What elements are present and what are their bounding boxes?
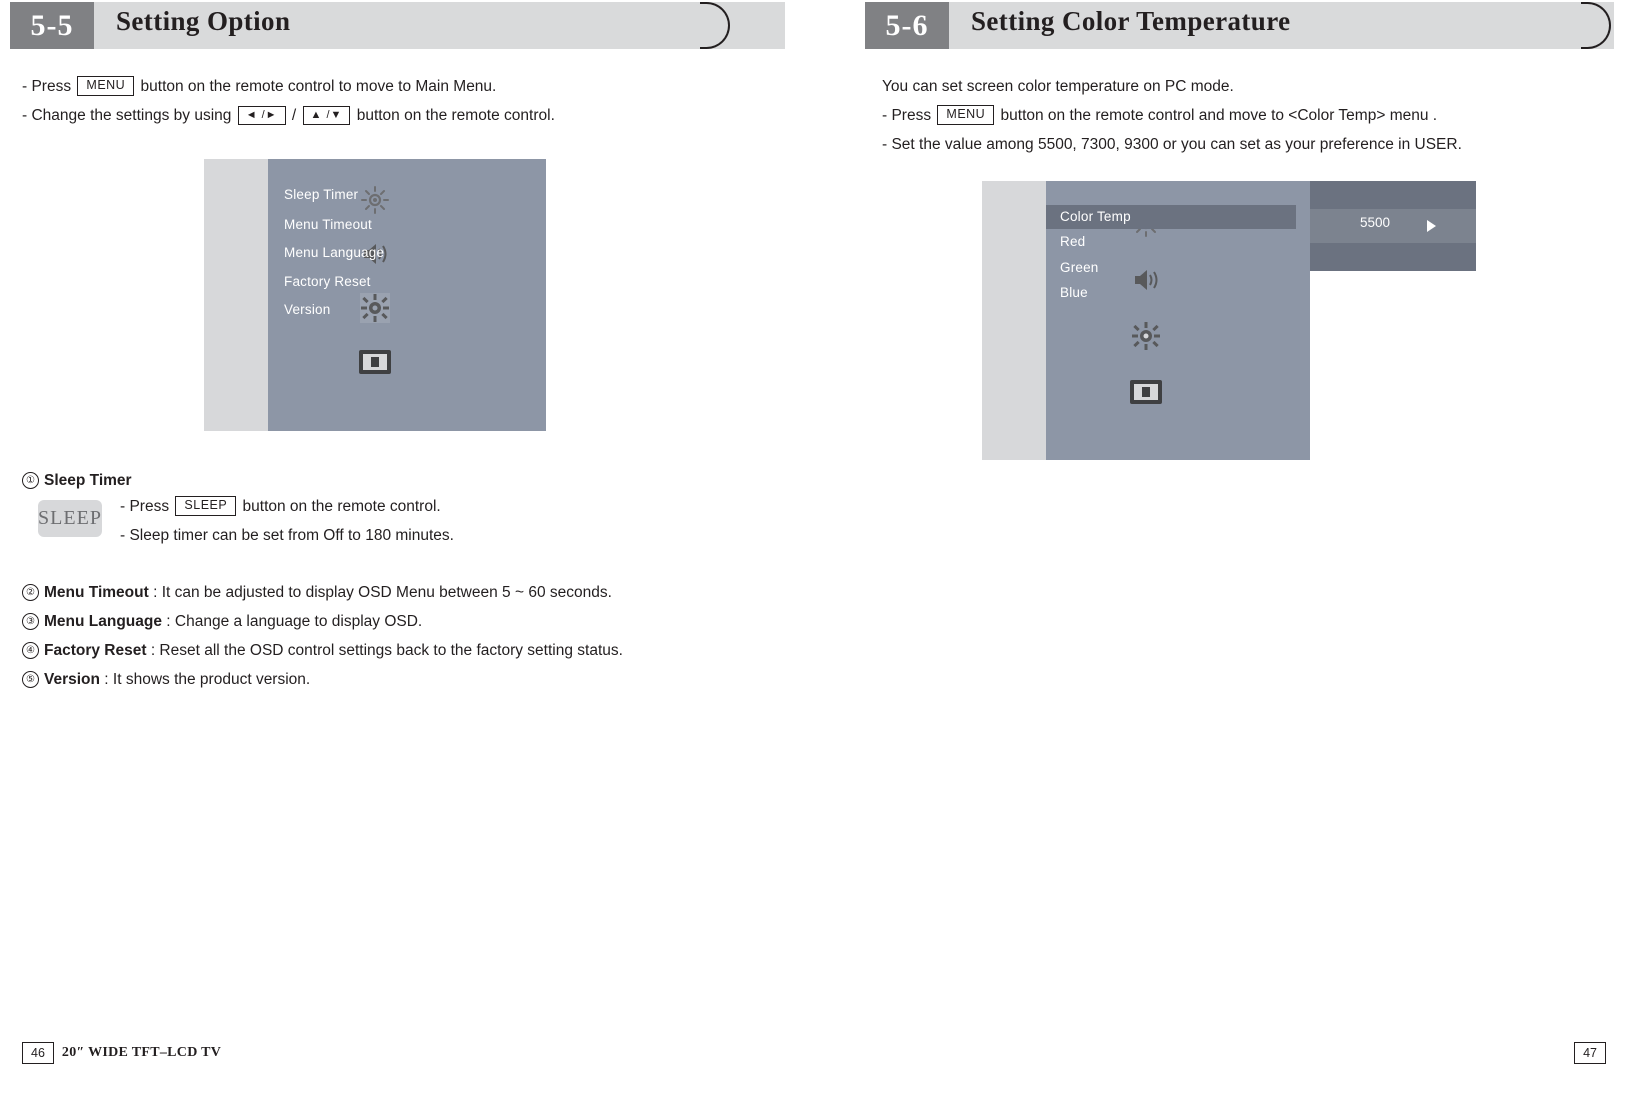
footer-model-left: 20″ WIDE TFT–LCD TV xyxy=(61,1045,222,1060)
sun-icon xyxy=(360,185,390,215)
right-intro-line-2-post: button on the remote control and move to… xyxy=(996,107,1438,124)
numbered-item-2-label: Menu Timeout xyxy=(44,584,149,601)
numbered-item-5-desc: : It shows the product version. xyxy=(100,671,311,688)
numbered-item-3: ③ Menu Language : Change a language to di… xyxy=(22,607,802,636)
osd-main-panel-right: Color Temp Red Green Blue xyxy=(982,181,1310,460)
header-cap-right xyxy=(1581,2,1617,49)
intro-line-2-pre: - Change the settings by using xyxy=(22,107,236,124)
circle-number-5: ⑤ xyxy=(22,671,39,688)
gear-icon xyxy=(1131,321,1161,351)
sleep-line-1-post: button on the remote control. xyxy=(238,498,441,515)
page-number-left: 46 xyxy=(22,1042,54,1064)
right-intro-text: You can set screen color temperature on … xyxy=(882,72,1622,159)
up-down-key: ▲ /▼ xyxy=(302,106,351,125)
right-footer: 47 xyxy=(1574,1042,1606,1064)
right-intro-line-3: - Set the value among 5500, 7300, 9300 o… xyxy=(882,136,1462,153)
numbered-item-2: ② Menu Timeout : It can be adjusted to di… xyxy=(22,578,802,607)
left-page: 5-5 Setting Option - Press MENU button o… xyxy=(0,0,815,1104)
section-title-left: Setting Option xyxy=(116,6,291,36)
sleep-line-1: - Press SLEEP button on the remote contr… xyxy=(120,492,454,521)
numbered-item-5-label: Version xyxy=(44,671,100,688)
sleep-line-2: - Sleep timer can be set from Off to 180… xyxy=(120,527,454,544)
osd-option-menu: Sleep Timer Menu Timeout Menu Language F… xyxy=(204,159,546,431)
osd-item-factory-reset[interactable]: Factory Reset xyxy=(284,274,371,289)
left-page-header: 5-5 Setting Option xyxy=(0,2,815,50)
right-page-header: 5-6 Setting Color Temperature xyxy=(815,2,1630,50)
page-number-right: 47 xyxy=(1574,1042,1606,1064)
intro-line-2-mid: / xyxy=(287,107,301,124)
monitor-icon xyxy=(1129,379,1163,407)
osd-item-green[interactable]: Green xyxy=(1060,260,1099,275)
header-cap-left xyxy=(700,2,736,49)
numbered-item-2-desc: : It can be adjusted to display OSD Menu… xyxy=(148,584,612,601)
osd-item-sleep-timer[interactable]: Sleep Timer xyxy=(284,187,358,202)
intro-line-2-post: button on the remote control. xyxy=(352,107,555,124)
right-page: 5-6 Setting Color Temperature You can se… xyxy=(815,0,1630,1104)
section-number-right: 5-6 xyxy=(865,2,949,49)
sleep-button-graphic: SLEEP xyxy=(38,500,102,537)
osd-item-menu-language[interactable]: Menu Language xyxy=(284,245,384,260)
sleep-timer-detail: - Press SLEEP button on the remote contr… xyxy=(120,492,454,550)
sleep-key: SLEEP xyxy=(175,496,237,516)
right-arrow-icon[interactable] xyxy=(1427,220,1436,232)
numbered-item-3-desc: : Change a language to display OSD. xyxy=(161,613,423,630)
section-number-left: 5-5 xyxy=(10,2,94,49)
numbered-item-5: ⑤ Version : It shows the product version. xyxy=(22,665,802,694)
intro-line-1-post: button on the remote control to move to … xyxy=(136,78,497,95)
intro-line-1-pre: - Press xyxy=(22,78,76,95)
numbered-item-1: ① Sleep Timer xyxy=(22,466,802,495)
sleep-line-1-pre: - Press xyxy=(120,498,174,515)
osd-icon-column-right xyxy=(982,181,1046,460)
numbered-item-4-label: Factory Reset xyxy=(44,642,147,659)
menu-key-right: MENU xyxy=(937,105,995,125)
osd-value-row xyxy=(1310,209,1476,243)
speaker-icon xyxy=(1131,265,1161,295)
osd-item-menu-timeout[interactable]: Menu Timeout xyxy=(284,217,372,232)
numbered-item-4: ④ Factory Reset : Reset all the OSD contr… xyxy=(22,636,802,665)
right-intro-line-2-pre: - Press xyxy=(882,107,936,124)
left-footer: 46 20″ WIDE TFT–LCD TV xyxy=(22,1042,221,1064)
left-right-key: ◄ /► xyxy=(237,106,286,125)
circle-number-1: ① xyxy=(22,472,39,489)
osd-item-color-temp[interactable]: Color Temp xyxy=(1060,209,1131,224)
osd-icon-column-left xyxy=(204,159,268,431)
numbered-item-3-label: Menu Language xyxy=(44,613,162,630)
left-intro-text: - Press MENU button on the remote contro… xyxy=(22,72,782,130)
circle-number-4: ④ xyxy=(22,642,39,659)
osd-item-version[interactable]: Version xyxy=(284,302,330,317)
right-intro-line-2: - Press MENU button on the remote contro… xyxy=(882,101,1622,130)
intro-line-1: - Press MENU button on the remote contro… xyxy=(22,72,782,101)
osd-item-red[interactable]: Red xyxy=(1060,234,1085,249)
gear-icon xyxy=(360,293,390,323)
osd-value-text: 5500 xyxy=(1360,215,1391,230)
osd-item-blue[interactable]: Blue xyxy=(1060,285,1088,300)
circle-number-3: ③ xyxy=(22,613,39,630)
numbered-item-4-desc: : Reset all the OSD control settings bac… xyxy=(146,642,623,659)
section-title-right: Setting Color Temperature xyxy=(971,6,1291,36)
intro-line-2: - Change the settings by using ◄ /► / ▲ … xyxy=(22,101,782,130)
numbered-item-1-label: Sleep Timer xyxy=(44,472,132,489)
circle-number-2: ② xyxy=(22,584,39,601)
right-intro-line-1: You can set screen color temperature on … xyxy=(882,78,1234,95)
menu-key-left: MENU xyxy=(77,76,135,96)
monitor-icon xyxy=(358,349,392,377)
